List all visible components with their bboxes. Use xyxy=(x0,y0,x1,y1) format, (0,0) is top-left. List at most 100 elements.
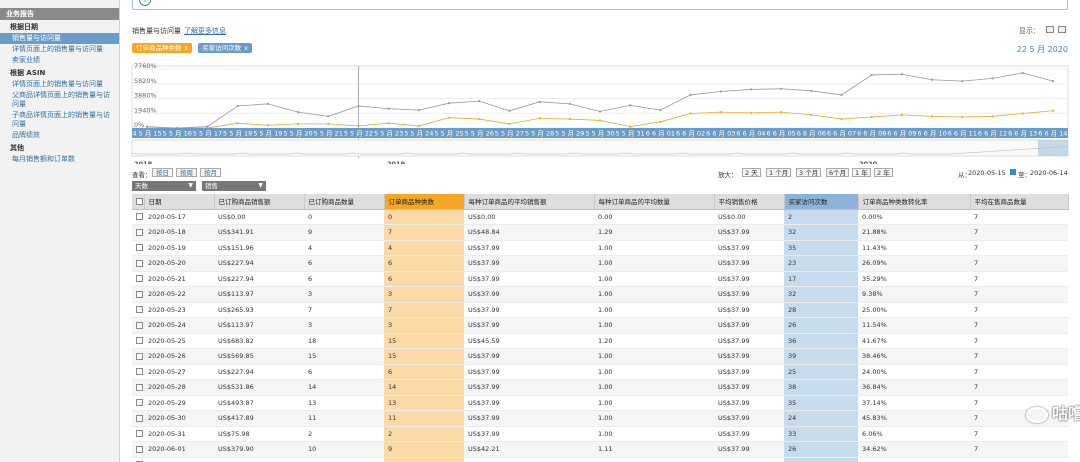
column-header[interactable]: 平均在售商品数量 xyxy=(970,194,1069,210)
data-point[interactable] xyxy=(538,100,541,103)
data-point[interactable] xyxy=(296,122,300,125)
data-point[interactable] xyxy=(629,125,632,128)
data-point[interactable] xyxy=(840,117,843,121)
row-checkbox[interactable] xyxy=(136,414,143,422)
data-point[interactable] xyxy=(538,117,541,120)
column-header[interactable]: 每种订单商品的平均数量 xyxy=(594,194,715,210)
to-date-input[interactable] xyxy=(1030,168,1074,177)
sidebar-item[interactable]: 详情页面上的销售量与访问量 xyxy=(0,44,119,55)
row-checkbox[interactable] xyxy=(136,321,143,329)
data-point[interactable] xyxy=(568,117,571,121)
chart-view-icon[interactable] xyxy=(1058,26,1066,33)
remove-icon[interactable]: x xyxy=(244,45,248,52)
row-checkbox[interactable] xyxy=(136,352,143,360)
data-point[interactable] xyxy=(598,119,602,122)
column-header[interactable]: 日期 xyxy=(144,194,215,210)
sidebar-item[interactable]: 品牌绩效 xyxy=(0,130,119,141)
row-checkbox[interactable] xyxy=(136,383,143,391)
remove-icon[interactable]: x xyxy=(185,45,189,52)
data-point[interactable] xyxy=(900,113,904,117)
days-filter-select[interactable]: 天数 ▼ xyxy=(132,181,196,191)
data-point[interactable] xyxy=(508,122,511,125)
sidebar-item[interactable]: 详情页面上的销售量与访问量 xyxy=(0,79,119,90)
data-point[interactable] xyxy=(478,117,481,121)
data-point[interactable] xyxy=(1021,71,1024,74)
legend-tag-sessions[interactable]: 买家访问次数 x xyxy=(198,43,252,53)
row-checkbox[interactable] xyxy=(136,228,143,236)
sidebar-item[interactable]: 父商品详情页面上的销售量与访问量 xyxy=(0,90,119,110)
data-point[interactable] xyxy=(236,122,239,125)
data-point[interactable] xyxy=(357,104,360,108)
data-point[interactable] xyxy=(719,90,722,93)
row-checkbox[interactable] xyxy=(136,290,143,298)
data-point[interactable] xyxy=(266,124,269,127)
navigator[interactable] xyxy=(131,139,1069,157)
line-chart[interactable]: 7760%5820%3880%1940%0%4 5 月 15 5 5 月 16 5 … xyxy=(122,58,1080,164)
data-point[interactable] xyxy=(689,93,692,97)
data-point[interactable] xyxy=(659,108,662,112)
data-point[interactable] xyxy=(236,104,239,108)
data-point[interactable] xyxy=(629,104,632,107)
data-point[interactable] xyxy=(810,113,813,117)
data-point[interactable] xyxy=(598,110,602,113)
sidebar-item[interactable]: 卖家业绩 xyxy=(0,55,119,66)
data-point[interactable] xyxy=(931,78,934,81)
data-point[interactable] xyxy=(417,108,420,112)
data-point[interactable] xyxy=(870,115,873,119)
row-checkbox[interactable] xyxy=(136,244,143,252)
view-week-button[interactable]: 按周 xyxy=(176,168,197,177)
calendar-icon[interactable] xyxy=(1010,169,1016,175)
zoom-1m-button[interactable]: 1 个月 xyxy=(766,168,792,177)
select-all-checkbox[interactable] xyxy=(136,197,143,205)
data-point[interactable] xyxy=(840,93,843,97)
zoom-3m-button[interactable]: 3 个月 xyxy=(796,168,822,177)
zoom-6m-button[interactable]: 6个月 xyxy=(826,168,850,177)
row-checkbox[interactable] xyxy=(136,213,143,221)
sidebar-item[interactable]: 子商品详情页面上的销售量与访问量 xyxy=(0,110,119,130)
row-checkbox[interactable] xyxy=(136,259,143,267)
column-header[interactable]: 订单商品种类数转化率 xyxy=(858,194,971,210)
data-point[interactable] xyxy=(659,120,662,123)
data-point[interactable] xyxy=(810,89,813,92)
column-header[interactable]: 已订购商品数量 xyxy=(304,194,385,210)
column-header[interactable]: 已订购商品销售额 xyxy=(214,194,305,210)
sidebar-item[interactable]: 销售量与访问量 xyxy=(0,33,119,44)
legend-tag-orders[interactable]: 订单商品种类数 x xyxy=(132,43,193,53)
table-view-icon[interactable] xyxy=(1046,26,1054,33)
row-checkbox[interactable] xyxy=(136,306,143,314)
data-point[interactable] xyxy=(357,124,360,128)
data-point[interactable] xyxy=(145,125,149,128)
data-point[interactable] xyxy=(749,111,753,114)
zoom-1y-button[interactable]: 1 年 xyxy=(852,168,871,177)
data-point[interactable] xyxy=(508,109,511,112)
data-point[interactable] xyxy=(447,116,451,119)
data-point[interactable] xyxy=(931,115,934,118)
view-month-button[interactable]: 按月 xyxy=(200,168,221,177)
row-checkbox[interactable] xyxy=(136,399,143,407)
row-checkbox[interactable] xyxy=(136,368,143,376)
data-point[interactable] xyxy=(447,102,451,105)
row-checkbox[interactable] xyxy=(136,337,143,345)
navigator-selection[interactable] xyxy=(1038,140,1068,156)
row-checkbox[interactable] xyxy=(136,275,143,283)
data-point[interactable] xyxy=(266,102,269,105)
zoom-2d-button[interactable]: 2 天 xyxy=(742,168,761,177)
sales-filter-select[interactable]: 销售 ▼ xyxy=(202,181,266,191)
data-point[interactable] xyxy=(1051,80,1055,83)
column-header[interactable]: 平均销售价格 xyxy=(714,194,785,210)
data-point[interactable] xyxy=(780,87,783,90)
data-point[interactable] xyxy=(478,100,481,103)
data-point[interactable] xyxy=(387,107,390,110)
data-point[interactable] xyxy=(387,122,390,125)
data-point[interactable] xyxy=(689,112,692,115)
data-point[interactable] xyxy=(568,102,571,105)
data-point[interactable] xyxy=(961,80,964,83)
column-header[interactable]: 订单商品种类数 xyxy=(384,194,465,210)
from-date-input[interactable] xyxy=(968,168,1012,177)
zoom-2y-button[interactable]: 2 年 xyxy=(874,168,893,177)
sidebar-item[interactable]: 每月销售额和订单数 xyxy=(0,154,119,165)
data-point[interactable] xyxy=(780,111,783,114)
column-header[interactable]: 买家访问次数 xyxy=(784,194,859,210)
row-checkbox[interactable] xyxy=(136,430,143,438)
data-point[interactable] xyxy=(991,77,994,80)
